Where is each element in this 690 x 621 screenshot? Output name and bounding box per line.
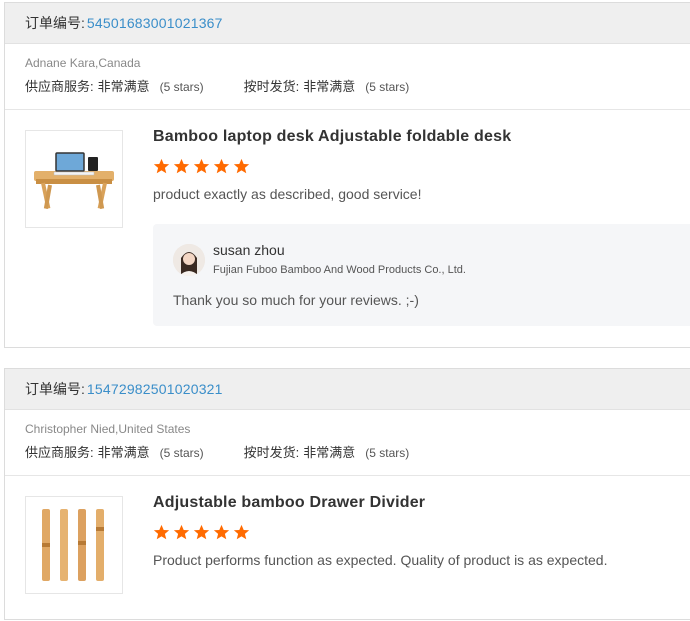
star-rating [153, 158, 250, 175]
supplier-service-stars: (5 stars) [159, 80, 204, 94]
supplier-service-rating: 供应商服务: 非常满意 (5 stars) [25, 442, 204, 461]
star-icon [153, 158, 170, 174]
order-number-label: 订单编号: [25, 381, 85, 397]
order-number-label: 订单编号: [25, 15, 85, 31]
star-icon [233, 158, 250, 174]
on-time-stars: (5 stars) [365, 80, 410, 94]
star-icon [173, 524, 190, 540]
reply-text: Thank you so much for your reviews. ;-) [173, 292, 419, 308]
order-header: 订单编号: 15472982501020321 [5, 369, 690, 410]
supplier-service-label: 供应商服务: [25, 445, 94, 460]
on-time-value: 非常满意 [303, 445, 356, 460]
divider [5, 109, 690, 110]
product-title[interactable]: Adjustable bamboo Drawer Divider [153, 494, 425, 512]
star-icon [213, 524, 230, 540]
ratings-row: 供应商服务: 非常满意 (5 stars) 按时发货: 非常满意 (5 star… [5, 70, 690, 95]
on-time-value: 非常满意 [303, 79, 356, 94]
star-icon [193, 524, 210, 540]
supplier-company[interactable]: Fujian Fuboo Bamboo And Wood Products Co… [213, 264, 466, 276]
product-title[interactable]: Bamboo laptop desk Adjustable foldable d… [153, 128, 511, 146]
order-card: 订单编号: 15472982501020321 Christopher Nied… [4, 368, 690, 620]
on-time-rating: 按时发货: 非常满意 (5 stars) [244, 76, 410, 95]
avatar [173, 244, 205, 276]
supplier-service-label: 供应商服务: [25, 79, 94, 94]
star-icon [193, 158, 210, 174]
replier-name: susan zhou [213, 242, 285, 258]
on-time-rating: 按时发货: 非常满意 (5 stars) [244, 442, 410, 461]
on-time-label: 按时发货: [243, 79, 300, 94]
supplier-service-value: 非常满意 [97, 79, 150, 94]
on-time-label: 按时发货: [243, 445, 300, 460]
laptop-desk-image[interactable] [25, 130, 123, 228]
ratings-row: 供应商服务: 非常满意 (5 stars) 按时发货: 非常满意 (5 star… [5, 436, 690, 461]
star-icon [153, 524, 170, 540]
order-card: 订单编号: 54501683001021367 Adnane Kara,Cana… [4, 2, 690, 348]
star-icon [213, 158, 230, 174]
drawer-divider-image[interactable] [25, 496, 123, 594]
star-icon [233, 524, 250, 540]
divider [5, 475, 690, 476]
review-text: Product performs function as expected. Q… [153, 552, 608, 568]
supplier-reply: susan zhou Fujian Fuboo Bamboo And Wood … [153, 224, 690, 326]
order-number-link[interactable]: 54501683001021367 [87, 15, 223, 31]
supplier-service-value: 非常满意 [97, 445, 150, 460]
buyer-info: Christopher Nied,United States [25, 422, 191, 436]
supplier-service-rating: 供应商服务: 非常满意 (5 stars) [25, 76, 204, 95]
buyer-info: Adnane Kara,Canada [25, 56, 141, 70]
on-time-stars: (5 stars) [365, 446, 410, 460]
supplier-service-stars: (5 stars) [159, 446, 204, 460]
order-header: 订单编号: 54501683001021367 [5, 3, 690, 44]
review-text: product exactly as described, good servi… [153, 186, 422, 202]
star-icon [173, 158, 190, 174]
order-number-link[interactable]: 15472982501020321 [87, 381, 223, 397]
star-rating [153, 524, 250, 541]
